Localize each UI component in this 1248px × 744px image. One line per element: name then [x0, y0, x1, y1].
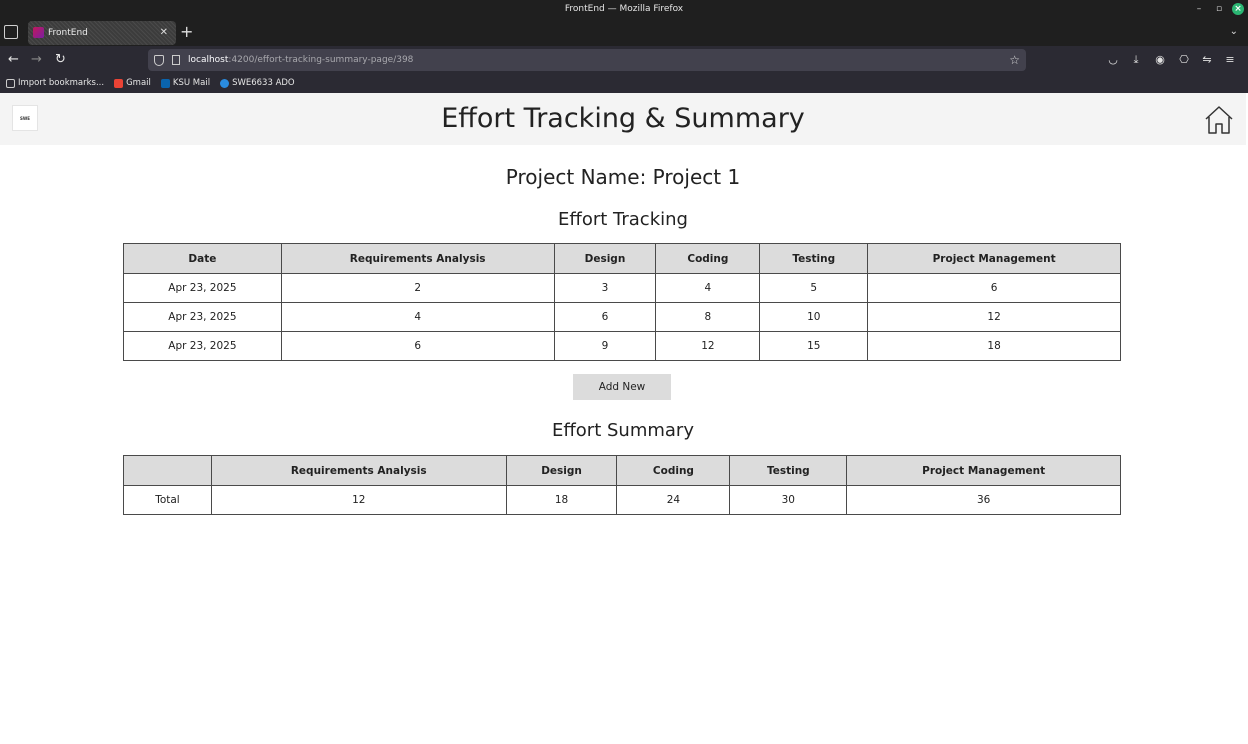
page-icon[interactable] [172, 55, 180, 65]
window-controls: – ▫ × [1192, 0, 1244, 18]
tab-bar: FrontEnd ✕ + ⌄ [0, 18, 1248, 46]
forward-icon[interactable]: → [31, 52, 42, 68]
table-row: Total 12 18 24 30 36 [123, 485, 1121, 515]
table-cell: 12 [867, 302, 1121, 332]
back-icon[interactable]: ← [8, 52, 19, 68]
account-icon[interactable]: ◉ [1153, 53, 1167, 67]
outlook-icon [160, 79, 170, 88]
address-bar[interactable]: localhost:4200/effort-tracking-summary-p… [148, 49, 1026, 71]
column-header: Requirements Analysis [210, 455, 507, 486]
table-header-row: Requirements Analysis Design Coding Test… [123, 455, 1121, 486]
angular-favicon-icon [33, 27, 44, 38]
close-window-icon[interactable]: × [1232, 3, 1244, 15]
table-row: Apr 23, 2025 4 6 8 10 12 [123, 302, 1121, 332]
table-cell: 10 [759, 302, 869, 332]
column-header: Date [123, 243, 282, 274]
sync-icon[interactable]: ⇋ [1200, 53, 1214, 67]
effort-summary-table: Requirements Analysis Design Coding Test… [123, 455, 1121, 515]
window-title: FrontEnd — Mozilla Firefox [564, 4, 684, 14]
pocket-icon[interactable]: ◡ [1106, 53, 1120, 67]
bookmarks-bar: Import bookmarks... Gmail KSU Mail SWE66… [0, 74, 1248, 93]
url-host: localhost [188, 55, 229, 65]
minimize-icon[interactable]: – [1192, 2, 1206, 16]
tab-title: FrontEnd [48, 28, 88, 38]
home-icon[interactable] [1203, 104, 1235, 136]
new-tab-icon[interactable]: + [180, 22, 193, 42]
downloads-icon[interactable]: ⤓ [1129, 53, 1143, 67]
bookmark-import[interactable]: Import bookmarks... [6, 74, 104, 93]
table-cell: Total [123, 485, 212, 515]
app-header: SWE Effort Tracking & Summary [0, 93, 1246, 145]
bookmark-label: SWE6633 ADO [232, 78, 295, 88]
table-cell: 8 [655, 302, 761, 332]
bookmark-swe6633-ado[interactable]: SWE6633 ADO [220, 74, 295, 93]
table-cell: Apr 23, 2025 [123, 273, 282, 303]
tab-close-icon[interactable]: ✕ [160, 21, 168, 45]
column-header: Project Management [867, 243, 1121, 274]
table-cell: 2 [280, 273, 555, 303]
effort-tracking-title: Effort Tracking [558, 209, 688, 230]
table-cell: 18 [867, 331, 1121, 361]
url-path: :4200/effort-tracking-summary-page/398 [228, 55, 414, 65]
table-cell: 24 [616, 485, 731, 515]
table-cell: Apr 23, 2025 [123, 302, 282, 332]
table-cell: 6 [553, 302, 657, 332]
navigation-bar: ← → ↻ localhost:4200/effort-tracking-sum… [0, 46, 1248, 74]
bookmark-star-icon[interactable]: ☆ [1009, 49, 1020, 71]
bookmark-ksu-mail[interactable]: KSU Mail [160, 74, 211, 93]
chevron-down-icon[interactable]: ⌄ [1230, 26, 1238, 37]
table-cell: 4 [280, 302, 555, 332]
table-cell: 6 [280, 331, 555, 361]
page-title: Effort Tracking & Summary [441, 103, 805, 134]
import-icon [6, 79, 15, 88]
column-header: Coding [616, 455, 731, 486]
column-header [123, 455, 212, 486]
table-cell: 3 [553, 273, 657, 303]
column-header: Testing [759, 243, 869, 274]
bookmark-label: Gmail [126, 78, 151, 88]
table-header-row: Date Requirements Analysis Design Coding… [123, 243, 1121, 274]
table-row: Apr 23, 2025 2 3 4 5 6 [123, 273, 1121, 303]
table-cell: 5 [759, 273, 869, 303]
bookmark-label: Import bookmarks... [18, 78, 105, 88]
bookmark-label: KSU Mail [172, 78, 211, 88]
tab-list-icon[interactable] [4, 25, 18, 39]
column-header: Coding [655, 243, 761, 274]
column-header: Requirements Analysis [280, 243, 555, 274]
column-header: Design [553, 243, 657, 274]
table-row: Apr 23, 2025 6 9 12 15 18 [123, 331, 1121, 361]
browser-tab[interactable]: FrontEnd ✕ [28, 21, 176, 45]
menu-icon[interactable]: ≡ [1223, 53, 1237, 67]
extensions-icon[interactable]: ⎔ [1177, 53, 1191, 67]
effort-summary-title: Effort Summary [552, 420, 694, 441]
reload-icon[interactable]: ↻ [55, 52, 66, 68]
bookmark-gmail[interactable]: Gmail [114, 74, 151, 93]
table-cell: 36 [846, 485, 1121, 515]
table-cell: 30 [729, 485, 848, 515]
table-cell: 12 [210, 485, 507, 515]
table-cell: 12 [655, 331, 761, 361]
maximize-icon[interactable]: ▫ [1212, 2, 1226, 16]
effort-tracking-table: Date Requirements Analysis Design Coding… [123, 243, 1121, 361]
table-cell: 4 [655, 273, 761, 303]
window-titlebar: FrontEnd — Mozilla Firefox – ▫ × [0, 0, 1248, 18]
table-cell: 18 [505, 485, 618, 515]
table-cell: 6 [867, 273, 1121, 303]
table-cell: 9 [553, 331, 657, 361]
table-cell: Apr 23, 2025 [123, 331, 282, 361]
column-header: Testing [729, 455, 848, 486]
shield-icon[interactable] [154, 55, 164, 66]
azure-devops-icon [220, 79, 230, 88]
project-name: Project Name: Project 1 [505, 165, 741, 189]
table-cell: 15 [759, 331, 869, 361]
column-header: Project Management [846, 455, 1121, 486]
column-header: Design [505, 455, 618, 486]
add-new-button[interactable]: Add New [573, 374, 671, 400]
gmail-icon [114, 79, 124, 88]
